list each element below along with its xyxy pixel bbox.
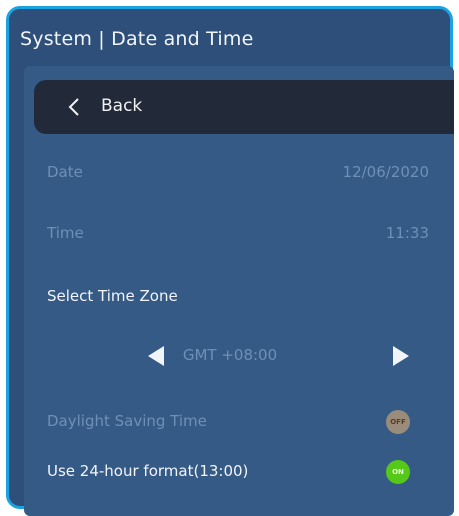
back-label[interactable]: Back (101, 96, 142, 116)
back-button[interactable] (34, 80, 454, 134)
timezone-prev-icon[interactable] (146, 344, 168, 368)
timezone-next-icon[interactable] (389, 344, 411, 368)
timezone-heading: Select Time Zone (47, 287, 178, 305)
date-value[interactable]: 12/06/2020 (343, 163, 429, 181)
page-title: System | Date and Time (20, 28, 254, 50)
time-value[interactable]: 11:33 (386, 224, 429, 242)
time-label: Time (47, 224, 84, 242)
dst-toggle[interactable]: OFF (386, 410, 410, 434)
chevron-left-icon[interactable] (64, 94, 84, 120)
format24-toggle[interactable]: ON (386, 460, 410, 484)
dst-label: Daylight Saving Time (47, 412, 207, 430)
date-label: Date (47, 163, 83, 181)
format24-label: Use 24-hour format(13:00) (47, 462, 249, 480)
timezone-value: GMT +08:00 (182, 346, 278, 364)
